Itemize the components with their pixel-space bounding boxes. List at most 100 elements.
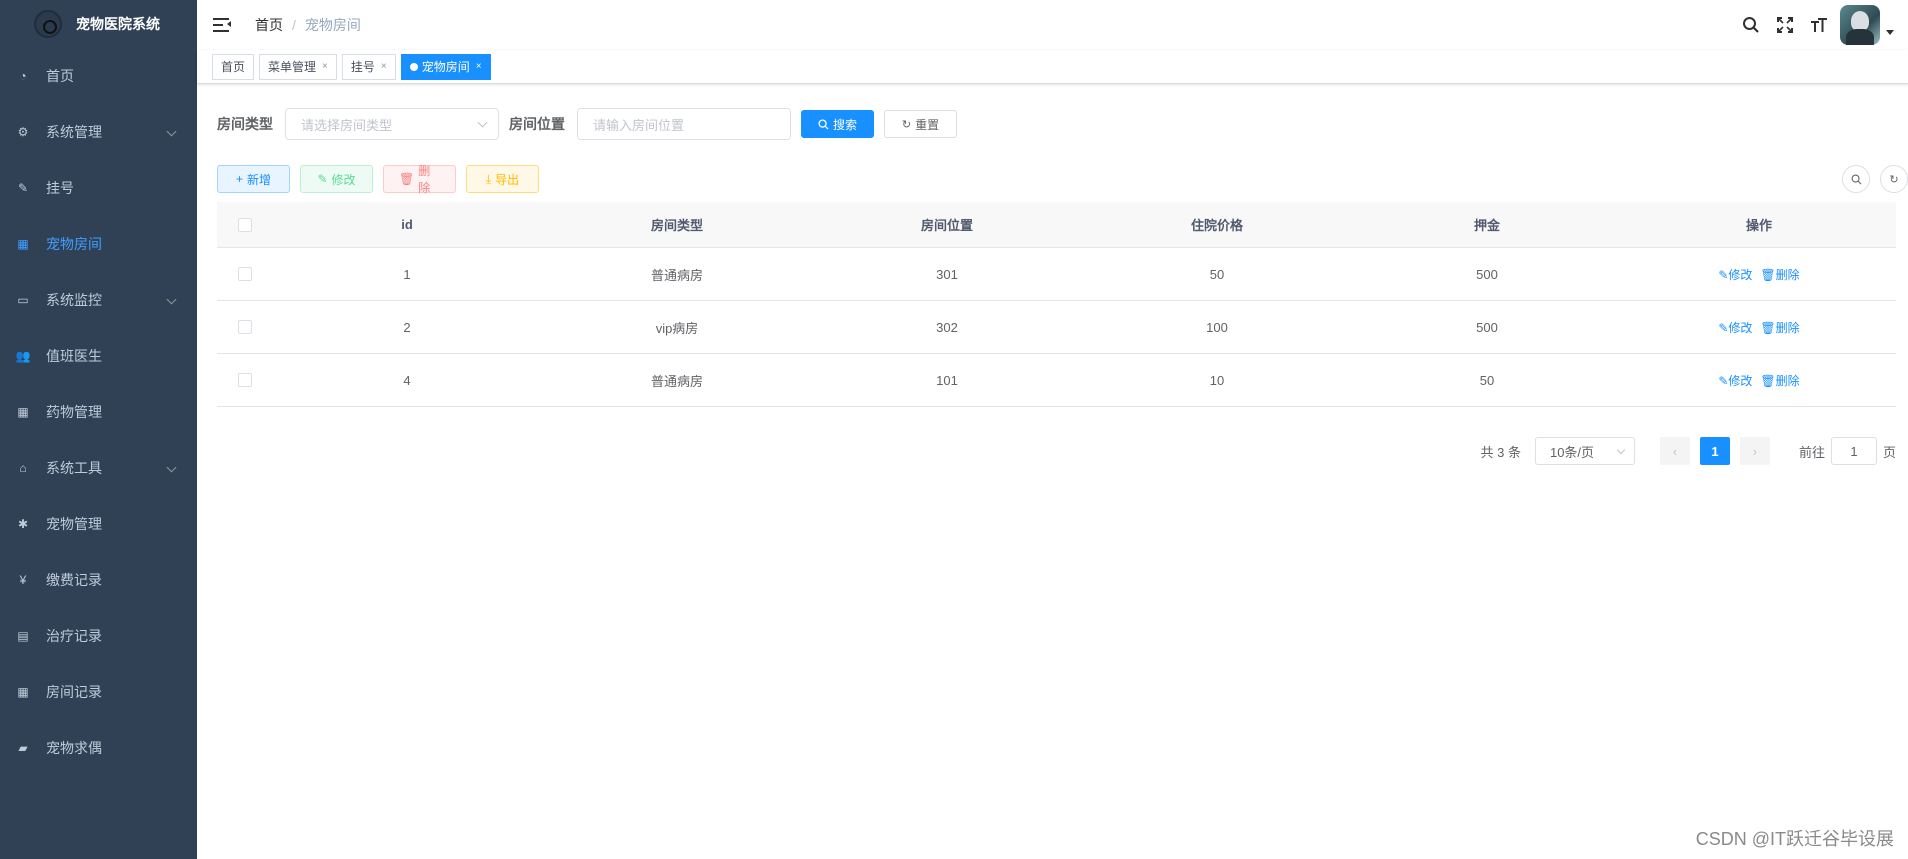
reset-button-label: 重置 bbox=[915, 117, 940, 132]
row-delete-label: 删除 bbox=[1775, 320, 1800, 335]
close-icon[interactable]: × bbox=[322, 55, 328, 79]
edit-button-label: 修改 bbox=[331, 172, 356, 187]
row-edit-link[interactable]: ✎修改 bbox=[1718, 268, 1752, 282]
page-size-select[interactable]: 10条/页 bbox=[1534, 437, 1635, 465]
tab-label: 宠物房间 bbox=[421, 59, 470, 74]
chevron-down-icon bbox=[166, 294, 177, 305]
tab-1[interactable]: 菜单管理 × bbox=[259, 53, 337, 80]
tab-label: 菜单管理 bbox=[268, 59, 317, 74]
sidebar-item-9[interactable]: ¥ 缴费记录 bbox=[0, 552, 197, 608]
sidebar-item-label: 缴费记录 bbox=[46, 572, 102, 588]
font-size-icon[interactable] bbox=[1802, 8, 1836, 42]
search-icon[interactable] bbox=[1734, 8, 1768, 42]
sidebar-item-11[interactable]: ▦ 房间记录 bbox=[0, 664, 197, 720]
row-delete-link[interactable]: 🗑删除 bbox=[1760, 268, 1799, 282]
prev-page-button[interactable]: ‹ bbox=[1659, 437, 1690, 465]
delete-icon: 🗑 bbox=[1760, 320, 1776, 335]
cell-id: 2 bbox=[403, 319, 411, 335]
sidebar-item-label: 挂号 bbox=[46, 180, 74, 196]
toggle-search-button[interactable] bbox=[1842, 165, 1870, 193]
delete-icon: 🗑 bbox=[399, 172, 415, 186]
sidebar-item-2[interactable]: ✎ 挂号 bbox=[0, 160, 197, 216]
close-icon[interactable]: × bbox=[381, 55, 387, 79]
page-number-button[interactable]: 1 bbox=[1699, 437, 1730, 465]
column-header-id: id bbox=[401, 217, 413, 232]
cell-type: vip病房 bbox=[655, 320, 699, 336]
tab-0[interactable]: 首页 bbox=[212, 53, 255, 80]
row-edit-link[interactable]: ✎修改 bbox=[1718, 374, 1752, 388]
breadcrumb: 首页 / 宠物房间 bbox=[255, 15, 361, 35]
action-toolbar: + 新增 ✎ 修改 🗑 删除 ⤓ 导出 bbox=[217, 164, 549, 195]
row-delete-label: 删除 bbox=[1775, 267, 1800, 282]
breadcrumb-home[interactable]: 首页 bbox=[255, 15, 283, 35]
row-delete-link[interactable]: 🗑删除 bbox=[1760, 374, 1799, 388]
fullscreen-icon[interactable] bbox=[1768, 8, 1802, 42]
table-row[interactable]: 1 普通病房 301 50 500 ✎修改 🗑删除 bbox=[217, 248, 1896, 301]
cell-position: 302 bbox=[936, 319, 958, 335]
chevron-left-icon: ‹ bbox=[1672, 443, 1678, 459]
avatar[interactable] bbox=[1840, 5, 1880, 45]
chevron-down-icon bbox=[477, 117, 488, 128]
plus-icon: + bbox=[235, 172, 243, 186]
row-checkbox[interactable] bbox=[237, 373, 252, 387]
gear-icon: ⚙ bbox=[17, 125, 29, 139]
row-edit-label: 修改 bbox=[1728, 267, 1753, 282]
navbar-right bbox=[1734, 0, 1894, 50]
cell-position: 101 bbox=[936, 372, 958, 388]
column-header-deposit: 押金 bbox=[1473, 218, 1500, 233]
table-tools: ↻ bbox=[1832, 165, 1908, 193]
sidebar-item-10[interactable]: ▤ 治疗记录 bbox=[0, 608, 197, 664]
cell-actions: ✎修改 🗑删除 bbox=[1622, 319, 1896, 336]
goto-page-input[interactable]: 1 bbox=[1830, 437, 1877, 465]
sidebar-item-3[interactable]: ▦ 宠物房间 bbox=[0, 216, 197, 272]
add-button[interactable]: + 新增 bbox=[217, 165, 290, 193]
room-type-select[interactable]: 请选择房间类型 bbox=[285, 108, 499, 140]
sidebar-item-6[interactable]: ▦ 药物管理 bbox=[0, 384, 197, 440]
room-position-input[interactable]: 请输入房间位置 bbox=[577, 108, 791, 140]
table-header: id 房间类型 房间位置 住院价格 押金 操作 bbox=[217, 202, 1896, 248]
edit-icon: ✎ bbox=[1718, 373, 1729, 388]
row-checkbox[interactable] bbox=[237, 267, 252, 281]
breadcrumb-current: 宠物房间 bbox=[304, 17, 361, 33]
tab-2[interactable]: 挂号 × bbox=[341, 53, 396, 80]
delete-icon: 🗑 bbox=[1760, 267, 1776, 282]
next-page-button[interactable]: › bbox=[1739, 437, 1770, 465]
edit-button[interactable]: ✎ 修改 bbox=[300, 165, 373, 193]
sidebar-item-12[interactable]: ▰ 宠物求偶 bbox=[0, 720, 197, 776]
reset-button[interactable]: ↻ 重置 bbox=[884, 110, 957, 138]
sidebar-item-8[interactable]: ✱ 宠物管理 bbox=[0, 496, 197, 552]
add-button-label: 新增 bbox=[247, 172, 272, 187]
row-edit-label: 修改 bbox=[1728, 320, 1753, 335]
table-row[interactable]: 4 普通病房 101 10 50 ✎修改 🗑删除 bbox=[217, 354, 1896, 407]
sidebar-item-7[interactable]: ⌂ 系统工具 bbox=[0, 440, 197, 496]
sidebar-item-5[interactable]: 👥 值班医生 bbox=[0, 328, 197, 384]
row-delete-link[interactable]: 🗑删除 bbox=[1760, 321, 1799, 335]
monitor-icon: ▭ bbox=[17, 293, 29, 307]
sidebar-item-4[interactable]: ▭ 系统监控 bbox=[0, 272, 197, 328]
sidebar-item-label: 系统管理 bbox=[46, 124, 102, 140]
delete-button[interactable]: 🗑 删除 bbox=[383, 164, 456, 195]
row-edit-link[interactable]: ✎修改 bbox=[1718, 321, 1752, 335]
peoples-icon: 👥 bbox=[15, 349, 31, 363]
hamburger-icon[interactable] bbox=[213, 15, 233, 35]
sidebar-item-1[interactable]: ⚙ 系统管理 bbox=[0, 104, 197, 160]
caret-down-icon[interactable] bbox=[1886, 29, 1894, 35]
logo[interactable]: 宠物医院系统 bbox=[0, 0, 197, 48]
select-all-checkbox[interactable] bbox=[237, 217, 252, 232]
tab-3[interactable]: 宠物房间 × bbox=[400, 53, 491, 80]
chevron-down-icon bbox=[1616, 445, 1626, 455]
search-button[interactable]: 搜索 bbox=[801, 110, 874, 138]
table-row[interactable]: 2 vip病房 302 100 500 ✎修改 🗑删除 bbox=[217, 301, 1896, 354]
breadcrumb-separator: / bbox=[292, 17, 296, 33]
room-type-placeholder: 请选择房间类型 bbox=[301, 117, 393, 133]
row-checkbox[interactable] bbox=[237, 320, 252, 334]
cell-id: 1 bbox=[403, 266, 411, 282]
tab-label: 挂号 bbox=[350, 59, 375, 74]
goto-prefix: 前往 bbox=[1798, 444, 1825, 460]
cell-actions: ✎修改 🗑删除 bbox=[1622, 372, 1896, 389]
close-icon[interactable]: × bbox=[476, 55, 482, 79]
export-button[interactable]: ⤓ 导出 bbox=[466, 165, 539, 193]
refresh-button[interactable]: ↻ bbox=[1880, 165, 1908, 193]
sidebar-item-0[interactable]: ◔ 首页 bbox=[0, 48, 197, 104]
sidebar-item-label: 房间记录 bbox=[46, 684, 102, 700]
